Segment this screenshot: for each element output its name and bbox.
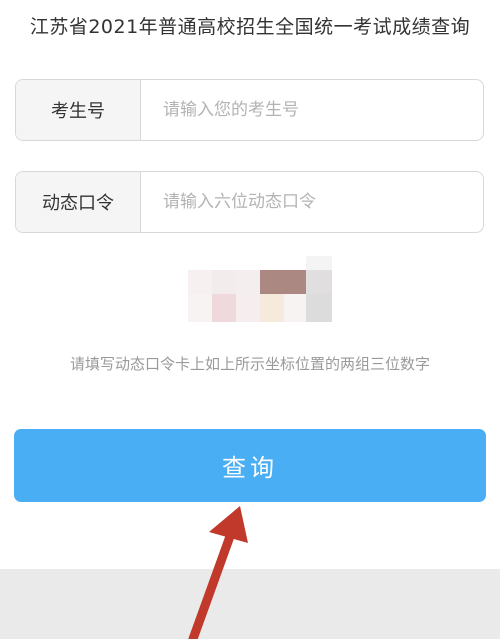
- footer-band: [0, 569, 500, 639]
- token-hint: 请填写动态口令卡上如上所示坐标位置的两组三位数字: [69, 355, 430, 373]
- candidate-number-field: 考生号: [15, 79, 484, 141]
- dynamic-token-field: 动态口令: [15, 171, 484, 233]
- candidate-number-label: 考生号: [16, 80, 141, 140]
- query-button[interactable]: 查询: [14, 429, 486, 502]
- candidate-number-input[interactable]: [141, 80, 483, 140]
- dynamic-token-input[interactable]: [141, 172, 483, 232]
- coordinate-image: [188, 248, 332, 324]
- page-title: 江苏省2021年普通高校招生全国统一考试成绩查询: [29, 16, 471, 38]
- dynamic-token-label: 动态口令: [16, 172, 141, 232]
